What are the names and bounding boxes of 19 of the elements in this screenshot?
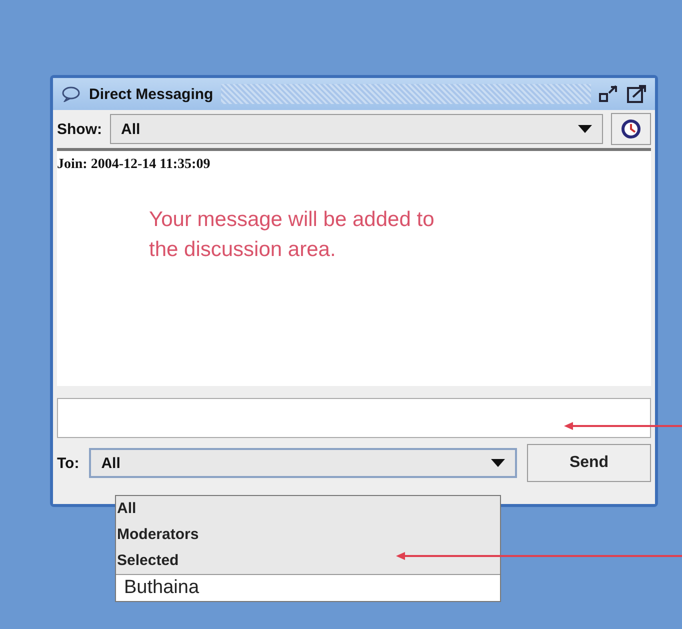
window-title: Direct Messaging: [89, 86, 214, 102]
popout-icon[interactable]: [627, 85, 647, 103]
recipient-option[interactable]: All: [116, 496, 500, 522]
dropdown-arrow-icon: [578, 125, 592, 133]
history-button[interactable]: [611, 113, 651, 145]
to-label: To:: [57, 454, 80, 472]
recipient-option[interactable]: Moderators: [116, 522, 500, 548]
annotation-text: Your message will be added to the discussion area.: [149, 207, 436, 263]
chat-bubble-icon: [61, 86, 81, 102]
join-message: Join: 2004-12-14 11:35:09: [57, 157, 212, 173]
show-label: Show:: [57, 120, 102, 138]
minimize-icon[interactable]: [599, 85, 619, 103]
recipient-option[interactable]: Selected: [116, 548, 500, 574]
show-dropdown[interactable]: All: [110, 114, 603, 144]
message-input[interactable]: [57, 398, 651, 438]
send-button[interactable]: Send: [527, 444, 651, 482]
dropdown-arrow-icon: [491, 459, 505, 467]
recipient-dropdown[interactable]: All: [89, 448, 517, 478]
clock-icon: [620, 118, 642, 140]
